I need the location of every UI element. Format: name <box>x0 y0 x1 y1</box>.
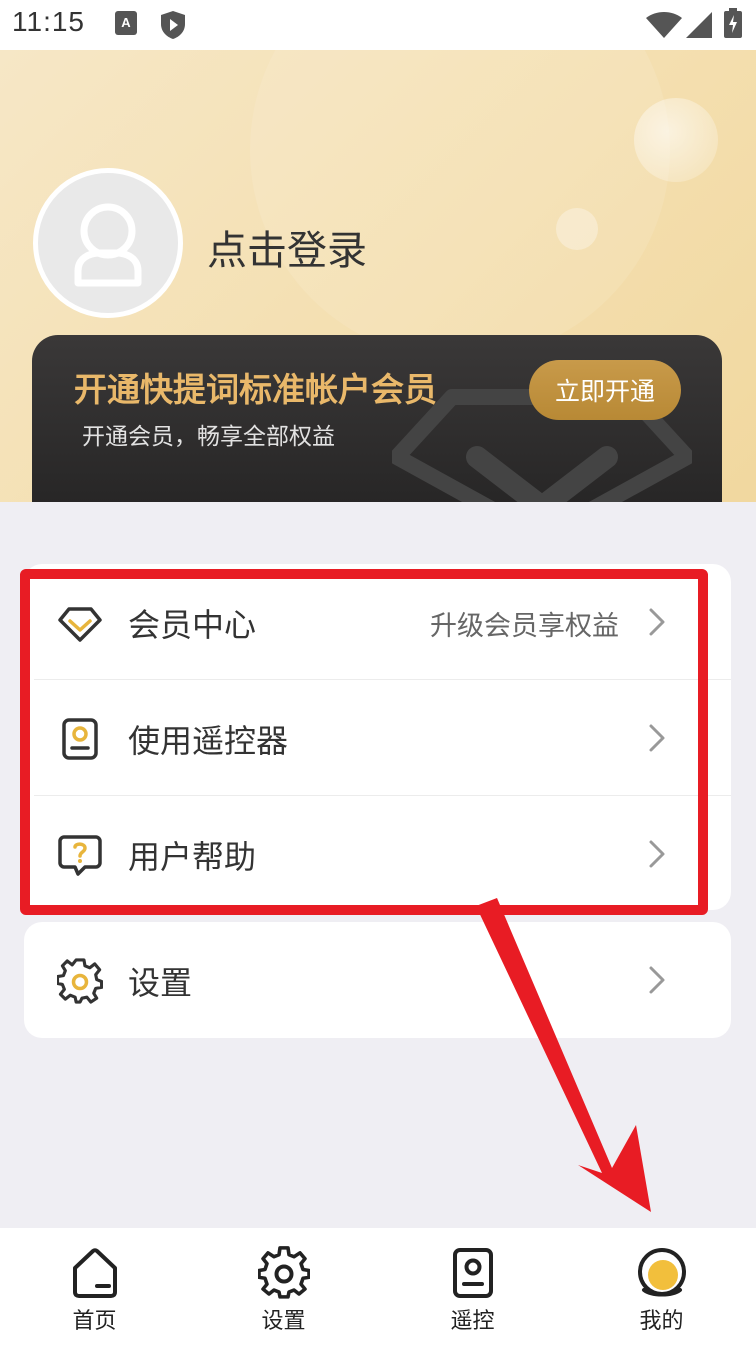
tab-label: 我的 <box>639 1309 684 1334</box>
profile-active-icon <box>638 1248 686 1297</box>
tab-remote[interactable]: 遥控 <box>378 1228 567 1345</box>
gear-icon <box>258 1246 310 1299</box>
remote-control-icon <box>453 1248 493 1298</box>
tab-settings[interactable]: 设置 <box>189 1228 378 1345</box>
tab-mine[interactable]: 我的 <box>567 1228 756 1345</box>
home-icon <box>73 1248 117 1298</box>
bottom-tab-bar: 首页 设置 遥控 我的 <box>0 1228 756 1345</box>
annotation-arrow-icon <box>476 898 651 1212</box>
tab-label: 遥控 <box>450 1309 495 1334</box>
tab-home[interactable]: 首页 <box>0 1228 189 1345</box>
tab-label: 首页 <box>72 1309 117 1334</box>
tab-label: 设置 <box>261 1309 306 1334</box>
